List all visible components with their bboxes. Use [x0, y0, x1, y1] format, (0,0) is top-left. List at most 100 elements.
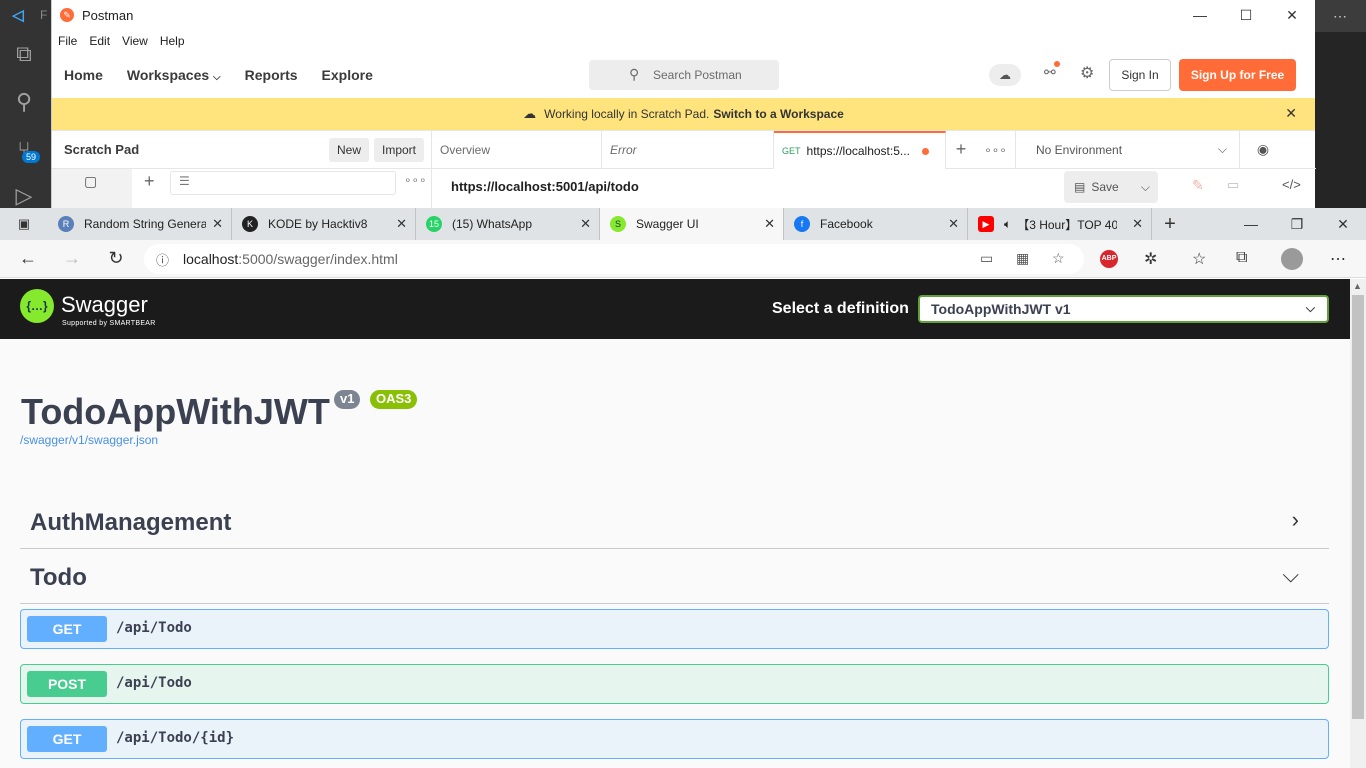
request-url-row: https://localhost:5001/api/todo ▤ Save ⌵… — [432, 169, 1316, 209]
youtube-favicon-icon: ▶ — [978, 216, 994, 232]
tab-kode-hacktiv8[interactable]: K KODE by Hacktiv8 ✕ — [232, 208, 416, 240]
new-tab-icon[interactable]: + — [946, 131, 976, 168]
tag-name: Todo — [30, 564, 87, 591]
search-postman[interactable]: ⚲ Search Postman — [589, 60, 779, 90]
tab-facebook[interactable]: f Facebook ✕ — [784, 208, 968, 240]
operation-post-todo[interactable]: POST /api/Todo — [20, 664, 1329, 704]
nav-home[interactable]: Home — [64, 67, 103, 83]
tab-swagger-ui[interactable]: S Swagger UI ✕ — [600, 208, 784, 240]
close-icon[interactable]: ✕ — [764, 216, 775, 232]
close-icon[interactable]: ✕ — [396, 216, 407, 232]
info-icon[interactable]: ⓘ — [156, 250, 169, 269]
tab-label: Random String Generator — [84, 217, 206, 231]
edit-icon[interactable]: ✎ — [1192, 177, 1204, 194]
minimize-button[interactable]: — — [1228, 208, 1274, 240]
environment-select[interactable]: No Environment ⌵ — [1016, 131, 1240, 168]
operation-path: /api/Todo — [116, 675, 192, 691]
add-icon[interactable]: + — [144, 171, 155, 192]
tag-authmanagement[interactable]: AuthManagement › — [20, 495, 1329, 549]
gear-icon[interactable]: ⚙ — [1080, 63, 1094, 83]
more-icon[interactable]: ⋯ — [1315, 0, 1366, 32]
menu-file[interactable]: File — [58, 34, 77, 48]
profile-avatar[interactable] — [1281, 248, 1303, 270]
code-icon[interactable]: </> — [1282, 177, 1301, 192]
explorer-icon[interactable]: ⧉ — [10, 40, 38, 68]
menu-help[interactable]: Help — [160, 34, 185, 48]
menu-edit[interactable]: Edit — [89, 34, 110, 48]
tab-actions-icon[interactable]: ▣ — [0, 208, 48, 240]
minimize-button[interactable]: — — [1177, 0, 1223, 30]
swagger-logo-icon[interactable]: {…} — [20, 289, 54, 323]
close-icon[interactable]: ✕ — [1132, 216, 1143, 232]
menu-view[interactable]: View — [122, 34, 148, 48]
nav-workspaces[interactable]: Workspaces ⌵ — [127, 67, 221, 83]
page-scrollbar[interactable]: ▲ — [1350, 279, 1366, 768]
tab-request[interactable]: GET https://localhost:5... — [774, 131, 946, 169]
definition-select-value: TodoAppWithJWT v1 — [931, 301, 1071, 317]
chevron-right-icon: › — [1291, 507, 1299, 532]
import-button[interactable]: Import — [374, 138, 425, 162]
filter-input[interactable]: ☰ — [170, 171, 396, 195]
tag-todo[interactable]: Todo ⌵ — [20, 550, 1329, 604]
close-icon[interactable]: ✕ — [212, 216, 223, 232]
operation-get-todo[interactable]: GET /api/Todo — [20, 609, 1329, 649]
nav-reports[interactable]: Reports — [245, 67, 298, 83]
chevron-down-icon: ⌵ — [1217, 142, 1227, 156]
nav-explore[interactable]: Explore — [322, 67, 373, 83]
favorite-add-icon[interactable]: ☆ — [1052, 250, 1065, 267]
scroll-up-icon[interactable]: ▲ — [1353, 281, 1362, 291]
qr-icon[interactable]: ▦ — [1016, 250, 1029, 267]
close-icon[interactable]: ✕ — [948, 216, 959, 232]
tabs-more-icon[interactable]: ∘∘∘ — [976, 131, 1016, 168]
favorites-icon[interactable]: ☆ — [1192, 249, 1206, 269]
tab-label: Swagger UI — [636, 217, 699, 231]
close-button[interactable]: ✕ — [1269, 0, 1315, 30]
satellite-icon[interactable]: ⚯ — [1044, 61, 1060, 81]
sign-up-button[interactable]: Sign Up for Free — [1179, 59, 1296, 91]
postman-logo-icon: ✎ — [60, 8, 74, 22]
collections-icon[interactable]: ⧉ — [1236, 249, 1247, 267]
definition-select[interactable]: TodoAppWithJWT v1 ⌵ — [918, 295, 1329, 323]
tab-overview[interactable]: Overview — [432, 131, 602, 169]
close-icon[interactable]: ✕ — [580, 216, 591, 232]
new-button[interactable]: New — [329, 138, 370, 162]
new-tab-button[interactable]: + — [1152, 208, 1188, 240]
collections-icon[interactable]: ▢ — [84, 173, 97, 190]
swagger-json-link[interactable]: /swagger/v1/swagger.json — [20, 433, 158, 447]
adblock-icon[interactable]: ABP — [1100, 250, 1118, 268]
request-url[interactable]: https://localhost:5001/api/todo — [451, 179, 639, 194]
app-available-icon[interactable]: ▭ — [980, 250, 993, 267]
chevron-down-icon: ⌵ — [1305, 301, 1315, 315]
tab-whatsapp[interactable]: 15 (15) WhatsApp ✕ — [416, 208, 600, 240]
method-badge: POST — [27, 671, 107, 697]
switch-workspace-link[interactable]: Switch to a Workspace — [713, 107, 843, 121]
run-debug-icon[interactable]: ▷ — [10, 182, 38, 210]
save-button[interactable]: ▤ Save ⌵ — [1064, 171, 1158, 203]
maximize-button[interactable]: ☐ — [1223, 0, 1269, 30]
extensions-icon[interactable]: ✲ — [1144, 249, 1157, 269]
cloud-offline-icon[interactable]: ☁ — [989, 64, 1021, 86]
forward-button[interactable]: → — [50, 240, 94, 278]
scrollbar-thumb[interactable] — [1352, 295, 1364, 719]
edge-window: ▣ R Random String Generator ✕ K KODE by … — [0, 208, 1366, 768]
search-icon[interactable]: ⚲ — [10, 88, 38, 116]
more-icon[interactable]: ∘∘∘ — [404, 173, 427, 187]
tab-youtube[interactable]: ▶ 🔈︎ 【3 Hour】TOP 40 ... ✕ — [968, 208, 1152, 240]
restore-button[interactable]: ❐ — [1274, 208, 1320, 240]
comment-icon[interactable]: ▭ — [1227, 177, 1239, 193]
address-bar[interactable]: ⓘ localhost:5000/swagger/index.html ▭ ▦ … — [144, 244, 1084, 274]
eye-icon[interactable]: ◉ — [1240, 131, 1286, 168]
tab-random-string[interactable]: R Random String Generator ✕ — [48, 208, 232, 240]
tab-label: KODE by Hacktiv8 — [268, 217, 368, 231]
swagger-logo-text[interactable]: Swagger — [61, 292, 148, 318]
back-button[interactable]: ← — [6, 240, 50, 278]
vscode-logo-icon: ◁ — [12, 7, 24, 24]
close-button[interactable]: ✕ — [1320, 208, 1366, 240]
tab-error[interactable]: Error — [602, 131, 774, 169]
more-icon[interactable]: ⋯ — [1330, 249, 1346, 269]
speaker-icon[interactable]: 🔈︎ — [1004, 217, 1011, 232]
sign-in-button[interactable]: Sign In — [1109, 59, 1171, 91]
close-icon[interactable]: ✕ — [1285, 105, 1297, 122]
operation-get-todo-id[interactable]: GET /api/Todo/{id} — [20, 719, 1329, 759]
refresh-button[interactable]: ↻ — [94, 240, 138, 278]
